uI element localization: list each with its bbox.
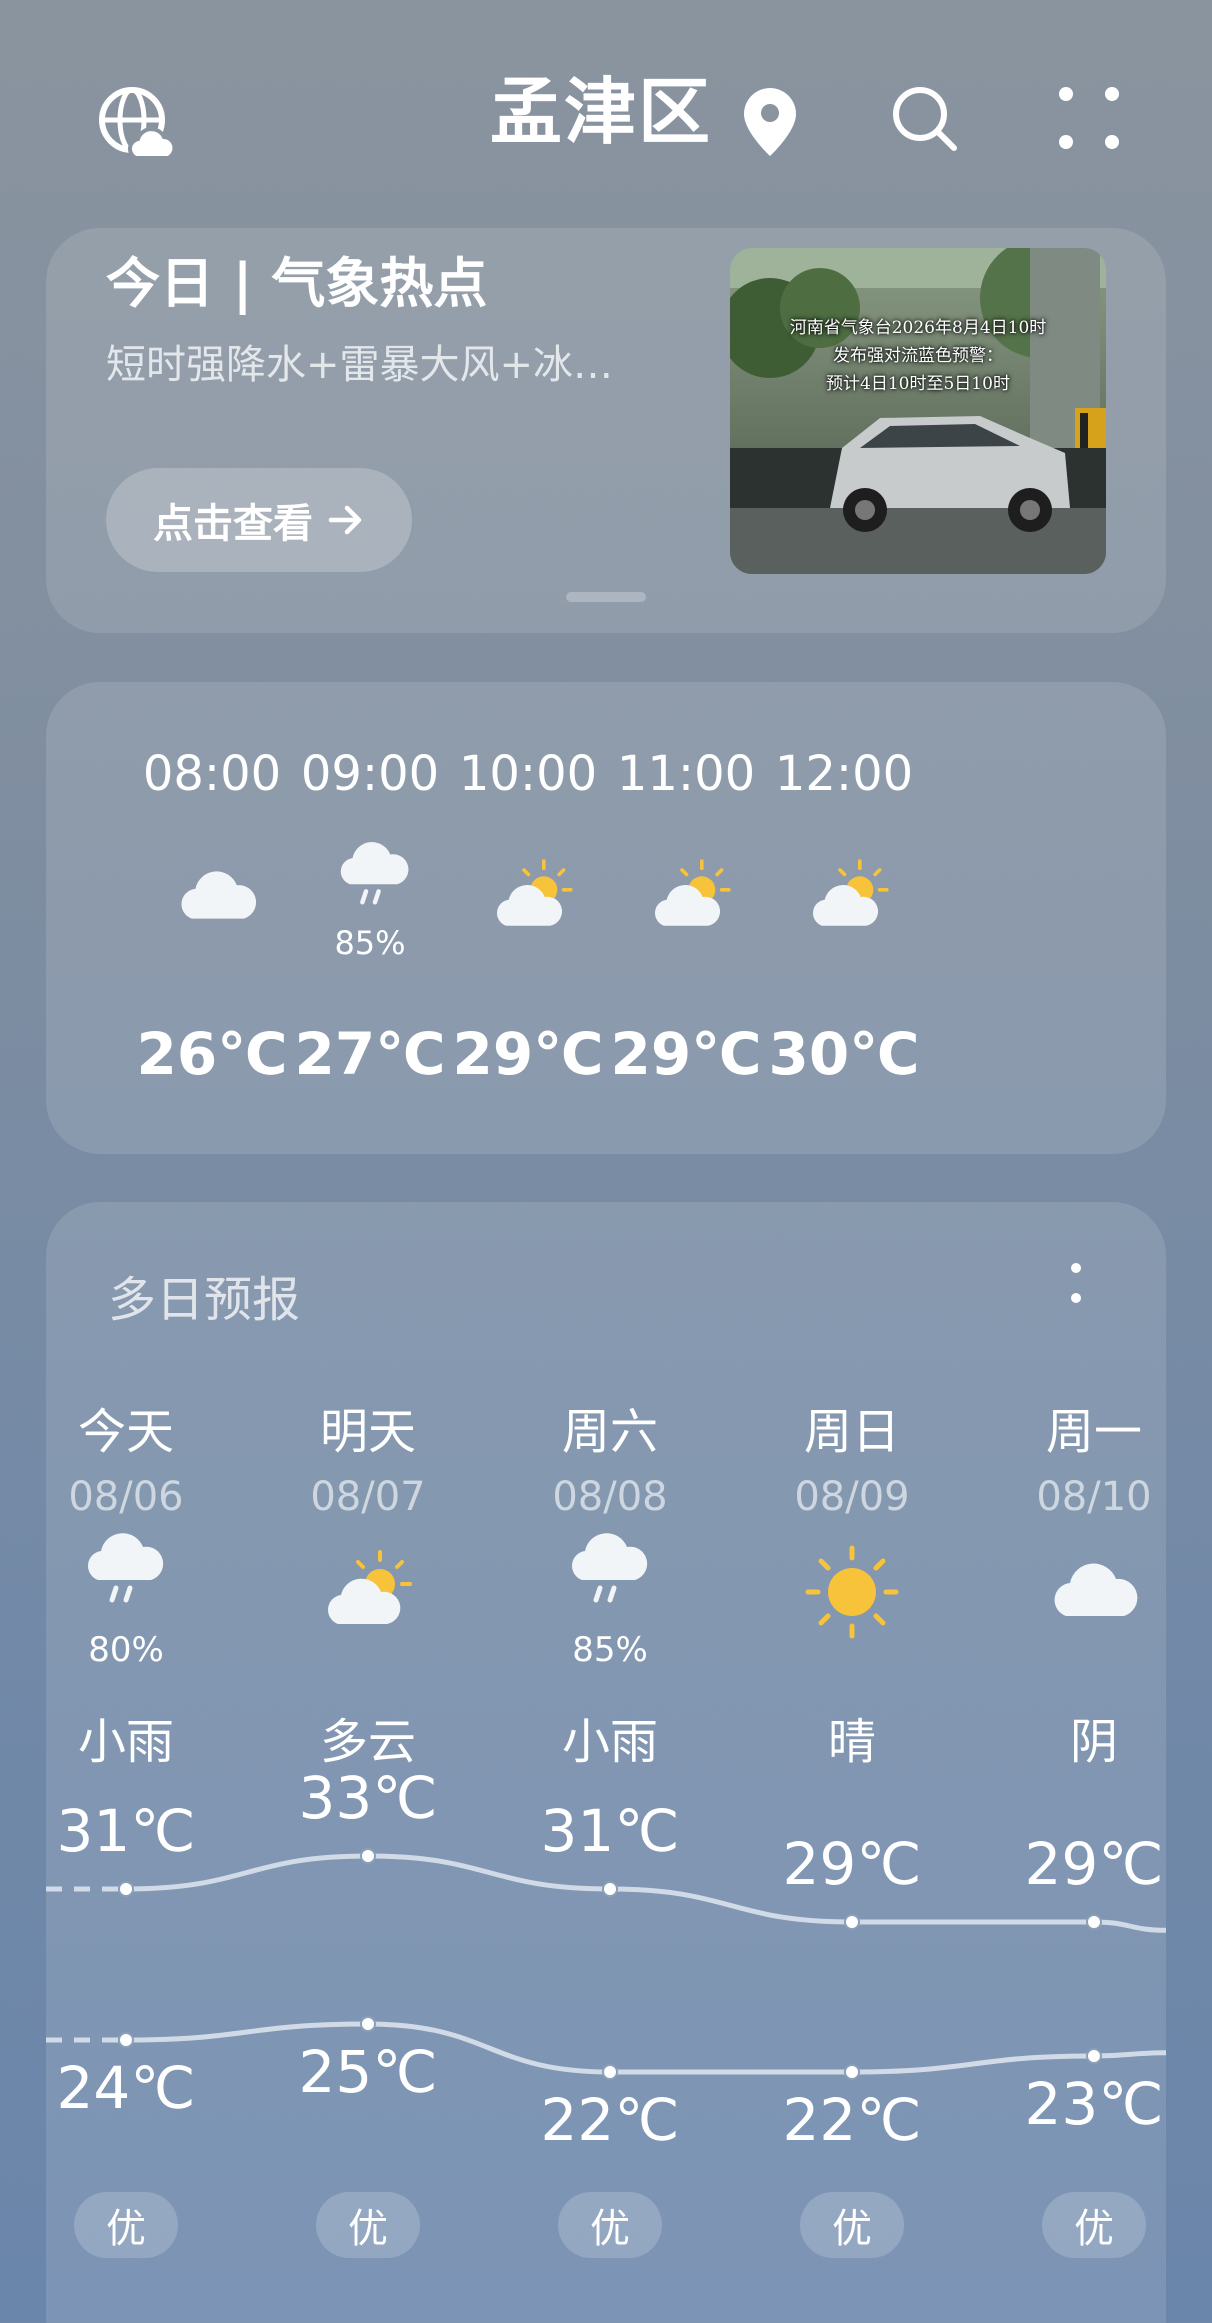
partly-cloudy-icon	[488, 852, 578, 942]
air-quality-badge[interactable]: 优	[1042, 2192, 1146, 2258]
menu-dots-icon[interactable]	[1058, 86, 1120, 150]
low-temp-point	[844, 2064, 860, 2080]
globe-weather-icon[interactable]	[96, 84, 174, 162]
day-condition: 阴	[1069, 1714, 1118, 1770]
day-date: 08/08	[552, 1474, 668, 1520]
high-temp-label: 31℃	[540, 1797, 680, 1865]
weather-hotspot-card[interactable]: 今日 | 气象热点 短时强降水+雷暴大风+冰… 点击查看 河南省气象台2026年…	[46, 228, 1166, 633]
precip-chance: 80%	[88, 1630, 164, 1670]
precip-chance: 85%	[334, 924, 406, 962]
day-date: 08/06	[68, 1474, 184, 1520]
banner-subtitle: 短时强降水+雷暴大风+冰…	[106, 342, 614, 388]
hourly-forecast-card[interactable]: 08:00 26℃ 09:00 85% 27℃ 10:00 29℃ 11:00 29℃ 12:00…	[46, 682, 1166, 1154]
cloudy-icon	[1044, 1542, 1144, 1642]
carousel-indicator	[566, 592, 646, 602]
day-name: 明天	[319, 1404, 416, 1460]
low-temp-point	[118, 2032, 134, 2048]
partly-cloudy-icon	[646, 852, 736, 942]
location-pin-icon	[742, 86, 798, 158]
high-temp-label: 33℃	[298, 1764, 438, 1832]
low-temp-label: 22℃	[782, 2086, 922, 2154]
partly-cloudy-icon	[318, 1542, 418, 1642]
high-temp-point	[360, 1848, 376, 1864]
high-temp-label: 29℃	[782, 1830, 922, 1898]
day-name: 周日	[803, 1404, 900, 1460]
day-name: 周六	[561, 1404, 658, 1460]
low-temp-point	[602, 2064, 618, 2080]
view-details-button[interactable]: 点击查看	[106, 468, 412, 572]
day-date: 08/07	[310, 1474, 426, 1520]
day-name: 今天	[77, 1404, 174, 1460]
high-temp-label: 31℃	[56, 1797, 196, 1865]
thumb-caption-line-1: 河南省气象台2026年8月4日10时	[789, 318, 1047, 338]
news-thumbnail[interactable]: 河南省气象台2026年8月4日10时 发布强对流蓝色预警： 预计4日10时至5日…	[730, 248, 1106, 574]
arrow-right-icon	[327, 503, 365, 537]
air-quality-badge[interactable]: 优	[800, 2192, 904, 2258]
high-temp-label: 29℃	[1024, 1830, 1164, 1898]
cloudy-icon	[172, 852, 262, 942]
multi-day-title: 多日预报	[108, 1272, 301, 1328]
day-date: 08/09	[794, 1474, 910, 1520]
day-name: 周一	[1045, 1404, 1142, 1460]
low-temp-label: 24℃	[56, 2054, 196, 2122]
high-temp-point	[602, 1881, 618, 1897]
thumb-caption-line-3: 预计4日10时至5日10时	[826, 374, 1010, 394]
page-title: 孟津区	[490, 70, 713, 154]
low-temp-label: 23℃	[1024, 2070, 1164, 2138]
thumb-caption-line-2: 发布强对流蓝色预警：	[833, 346, 1003, 366]
day-condition: 多云	[319, 1714, 416, 1770]
banner-title: 今日 | 气象热点	[106, 252, 488, 315]
air-quality-badge[interactable]: 优	[316, 2192, 420, 2258]
rain-icon	[76, 1522, 176, 1622]
multi-day-forecast-card[interactable]: 多日预报 今天 08/06 80% 小雨优 明天 08/07 多云优 周六 08/08 85% 小雨…	[46, 1202, 1166, 2323]
high-temp-point	[1086, 1914, 1102, 1930]
partly-cloudy-icon	[804, 852, 894, 942]
view-details-label: 点击查看	[153, 501, 313, 547]
day-condition: 小雨	[561, 1714, 658, 1770]
rain-icon	[560, 1522, 660, 1622]
low-temp-point	[360, 2016, 376, 2032]
air-quality-badge[interactable]: 优	[74, 2192, 178, 2258]
precip-chance: 85%	[572, 1630, 648, 1670]
high-temp-point	[844, 1914, 860, 1930]
hour-temp: 30℃	[768, 1020, 920, 1088]
sunny-icon	[802, 1542, 902, 1642]
hour-time: 12:00	[774, 746, 914, 802]
search-icon[interactable]	[890, 84, 960, 154]
air-quality-badge[interactable]: 优	[558, 2192, 662, 2258]
more-options-icon[interactable]	[1066, 1262, 1086, 1310]
day-condition: 晴	[827, 1714, 876, 1770]
high-temp-point	[118, 1881, 134, 1897]
rain-icon	[330, 832, 420, 922]
low-temp-point	[1086, 2048, 1102, 2064]
low-temp-label: 22℃	[540, 2086, 680, 2154]
day-condition: 小雨	[77, 1714, 174, 1770]
low-temp-label: 25℃	[298, 2038, 438, 2106]
day-date: 08/10	[1036, 1474, 1152, 1520]
